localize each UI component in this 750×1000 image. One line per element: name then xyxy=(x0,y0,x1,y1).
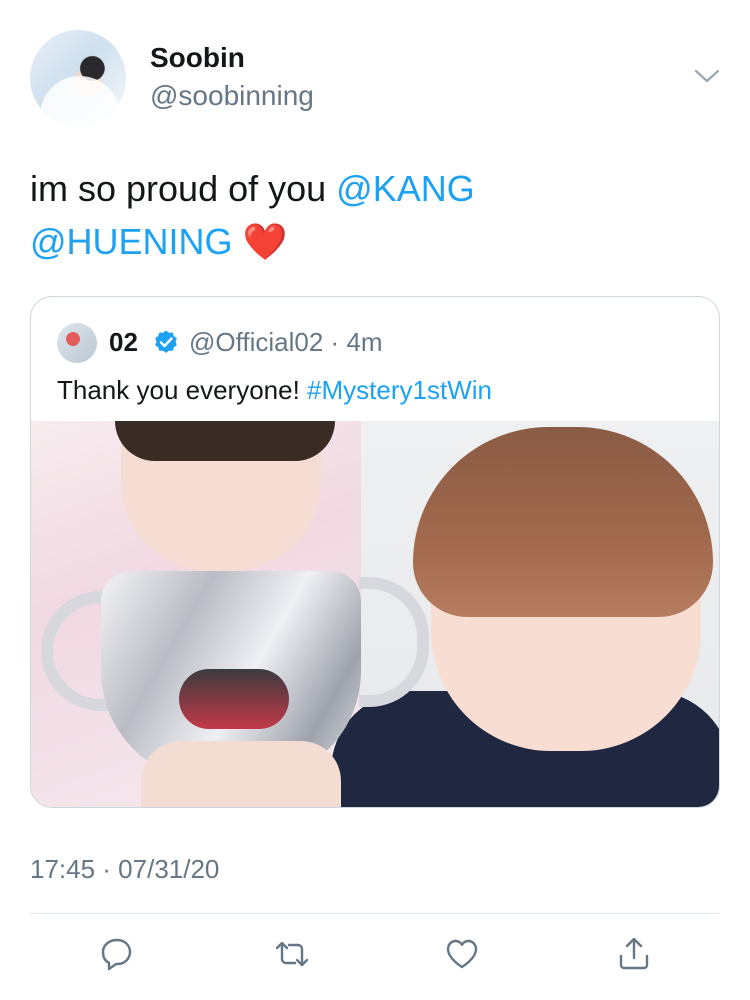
heart-emoji: ❤️ xyxy=(242,221,288,262)
quoted-author-handle[interactable]: @Official02 xyxy=(189,327,323,357)
mention-link[interactable]: @HUENING xyxy=(30,221,233,262)
meta-separator: · xyxy=(330,327,340,357)
tweet-header: Soobin @soobinning xyxy=(30,30,720,130)
reply-icon[interactable] xyxy=(93,930,141,978)
share-icon[interactable] xyxy=(610,930,658,978)
tweet-text: im so proud of you @KANG @HUENING ❤️ xyxy=(30,162,720,268)
quoted-author-name[interactable]: 02 xyxy=(109,327,138,358)
author-display-name[interactable]: Soobin xyxy=(150,42,245,74)
divider xyxy=(30,913,720,914)
retweet-icon[interactable] xyxy=(268,930,316,978)
trophy-handle-right xyxy=(359,577,429,707)
verified-badge-icon xyxy=(153,329,179,355)
photo-right-hair xyxy=(413,427,713,617)
photo-left-hair xyxy=(115,421,335,461)
photo-hand xyxy=(141,741,341,807)
tweet-actions xyxy=(0,930,750,980)
quoted-tweet-age: 4m xyxy=(346,327,383,357)
quoted-tweet-card[interactable]: 02 @Official02 · 4m Thank you everyone! … xyxy=(30,296,720,808)
author-handle[interactable]: @soobinning xyxy=(150,80,314,112)
hashtag-link[interactable]: #Mystery1stWin xyxy=(307,375,492,405)
quoted-tweet-text: Thank you everyone! #Mystery1stWin xyxy=(57,375,492,406)
quoted-author-meta: @Official02 · 4m xyxy=(189,327,383,358)
trophy-badge-logo xyxy=(179,669,289,729)
mention-link[interactable]: @KANG xyxy=(336,168,475,209)
author-avatar[interactable] xyxy=(30,30,126,126)
chevron-down-icon[interactable] xyxy=(694,66,720,86)
heart-icon[interactable] xyxy=(438,930,486,978)
quoted-text-plain: Thank you everyone! xyxy=(57,375,308,405)
quoted-tweet-photo[interactable] xyxy=(31,421,719,807)
tweet-text-plain: im so proud of you xyxy=(30,168,337,209)
tweet-timestamp: 17:45 · 07/31/20 xyxy=(30,854,220,884)
quoted-author-avatar[interactable] xyxy=(57,323,97,363)
